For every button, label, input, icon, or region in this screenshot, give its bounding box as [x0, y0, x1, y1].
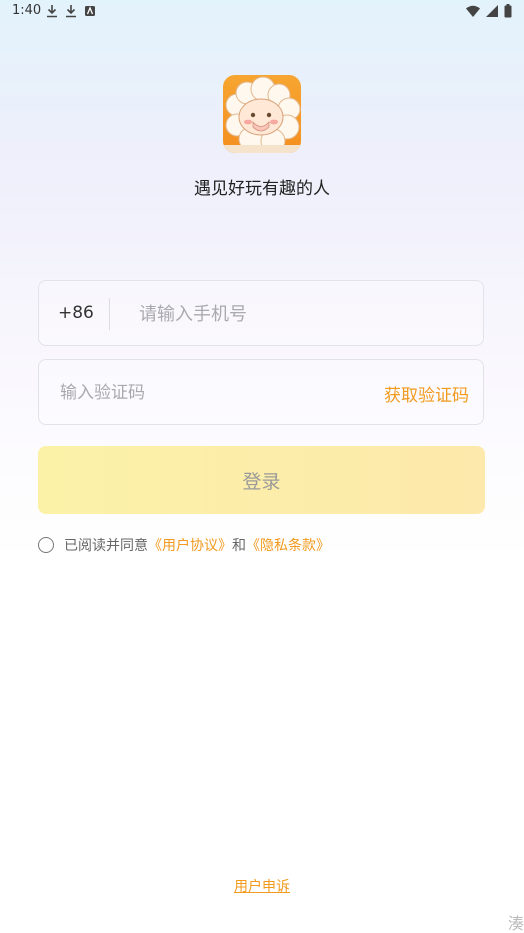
- status-notification-icons: [46, 4, 96, 18]
- agreement-prefix: 已阅读并同意: [64, 538, 148, 554]
- app-logo: [223, 75, 301, 153]
- app-slogan: 遇见好玩有趣的人: [194, 179, 330, 199]
- user-agreement-link[interactable]: 《用户协议》: [148, 535, 232, 555]
- user-appeal-link[interactable]: 用户申诉: [234, 879, 290, 895]
- download-icon: [46, 4, 58, 18]
- verification-code-input[interactable]: [58, 360, 362, 426]
- agreement-row: 已阅读并同意 《用户协议》 和 《隐私条款》: [38, 535, 330, 555]
- field-divider: [109, 298, 110, 330]
- status-time: 1:40: [12, 3, 42, 18]
- get-code-button[interactable]: 获取验证码: [384, 381, 469, 406]
- agreement-checkbox[interactable]: [38, 537, 54, 553]
- corner-text: 湊: [507, 914, 524, 933]
- phone-field: +86: [38, 280, 484, 347]
- privacy-policy-link[interactable]: 《隐私条款》: [246, 535, 330, 555]
- verification-code-field: 获取验证码: [38, 359, 484, 426]
- app-notification-icon: [84, 4, 96, 18]
- login-button[interactable]: 登录: [38, 446, 485, 514]
- status-system-icons: [466, 4, 512, 22]
- country-code[interactable]: +86: [58, 303, 94, 323]
- battery-icon: [504, 4, 512, 22]
- phone-input[interactable]: [137, 281, 471, 347]
- status-bar: 1:40: [0, 0, 524, 24]
- wifi-icon: [466, 5, 480, 21]
- appeal-row: 用户申诉: [0, 876, 524, 896]
- sheep-mascot-logo-icon: [223, 75, 301, 153]
- download-icon: [65, 4, 77, 18]
- signal-icon: [486, 5, 498, 21]
- agreement-conjunction: 和: [232, 538, 246, 554]
